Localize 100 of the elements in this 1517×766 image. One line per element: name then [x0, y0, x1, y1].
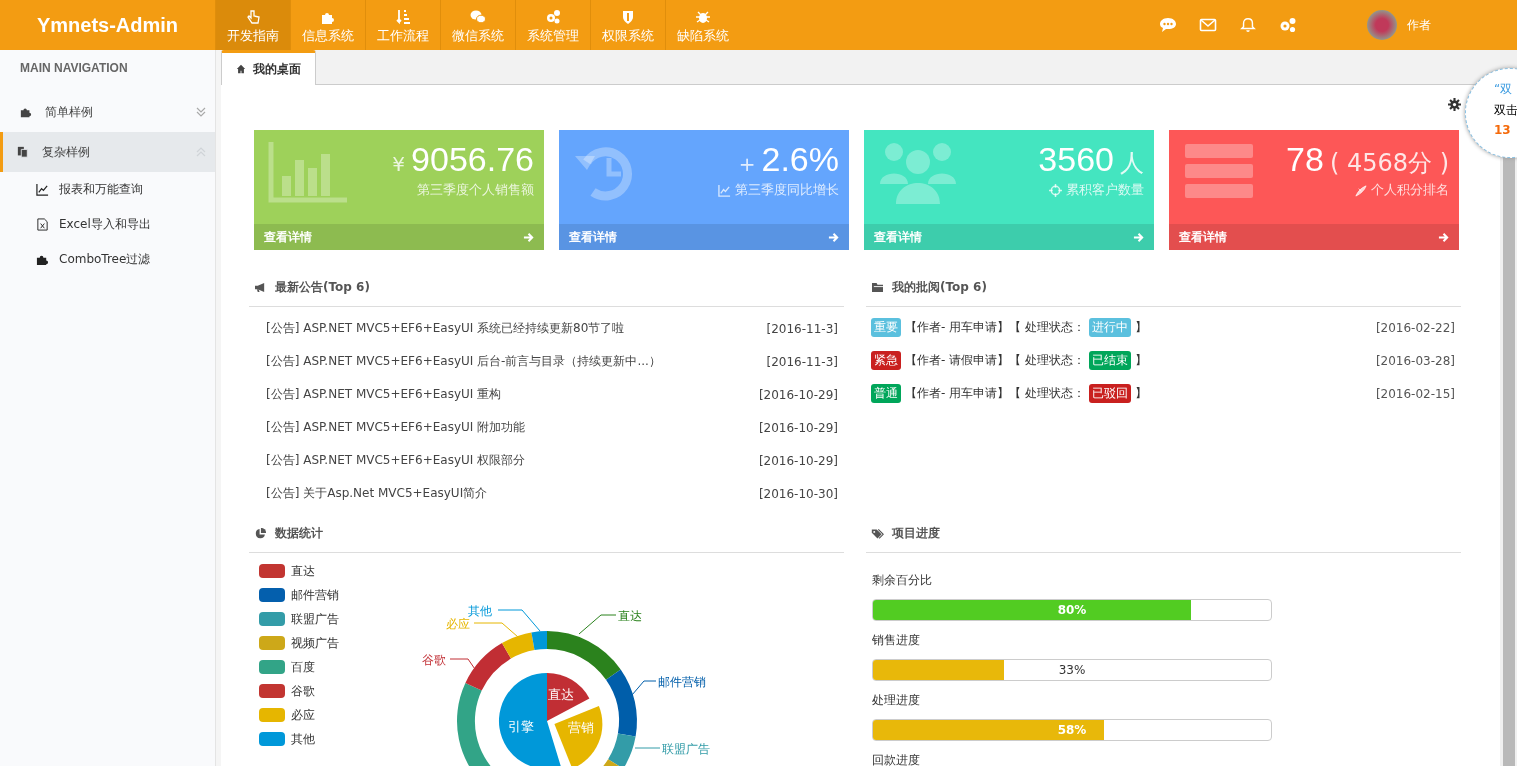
priority-tag: 普通	[871, 384, 901, 403]
settings-icon[interactable]	[1448, 98, 1461, 111]
home-icon	[236, 64, 246, 74]
legend-label[interactable]: 其他	[291, 730, 315, 748]
segment-label: 必应	[446, 617, 470, 631]
panel-title: 数据统计	[275, 524, 323, 542]
stat-value: 2.6%	[761, 140, 839, 179]
notice-link[interactable]: [公告] ASP.NET MVC5+EF6+EasyUI 重构	[266, 386, 502, 403]
legend-label[interactable]: 必应	[291, 706, 315, 724]
stat-caption: 第三季度同比增长	[735, 181, 839, 199]
segment-label: 其他	[468, 604, 492, 618]
status-tag: 已驳回	[1088, 384, 1131, 403]
notice-date: [2016-10-30]	[758, 486, 838, 501]
sidebar-subitem[interactable]: ComboTree过滤	[0, 242, 215, 277]
bug-icon	[695, 9, 711, 25]
slice-label: 营销	[568, 720, 594, 735]
stat-caption: 个人积分排名	[1371, 181, 1449, 199]
progress-label: 销售进度	[872, 631, 921, 649]
bar-chart-icon	[268, 140, 348, 204]
leader-line	[634, 747, 661, 749]
chat-icon[interactable]	[1159, 17, 1177, 33]
value-prefix: ¥	[392, 152, 406, 176]
arrow-right-icon	[1133, 231, 1144, 243]
tags-icon	[871, 527, 884, 539]
avatar[interactable]	[1367, 10, 1397, 40]
legend-label[interactable]: 视频广告	[291, 634, 339, 652]
stat-caption: 累积客户数量	[1066, 181, 1144, 199]
legend-label[interactable]: 联盟广告	[291, 610, 339, 628]
legend-label[interactable]: 直达	[291, 562, 315, 580]
review-text[interactable]: 【作者- 请假申请】【 处理状态：	[905, 352, 1085, 369]
progress-label: 剩余百分比	[872, 571, 933, 589]
arrow-right-icon	[523, 231, 534, 243]
bracket-text: 】	[1134, 319, 1147, 336]
leaf-icon	[1354, 183, 1367, 197]
puzzle-icon	[36, 253, 49, 266]
progress-reading: 80%	[1056, 602, 1088, 619]
double-chevron-down-icon	[195, 106, 207, 118]
tab[interactable]: 我的桌面	[221, 50, 316, 85]
notice-date: [2016-11-3]	[766, 321, 838, 336]
sidebar-subitem[interactable]: Excel导入和导出	[0, 207, 215, 242]
review-date: [2016-02-15]	[1375, 386, 1455, 401]
segment-label: 邮件营销	[658, 675, 706, 689]
sidebar-item[interactable]: 简单样例	[0, 92, 215, 132]
gears-icon	[545, 9, 561, 25]
sidebar-heading: MAIN NAVIGATION	[19, 60, 129, 77]
crosshair-icon	[1049, 183, 1062, 197]
segment-label: 直达	[618, 609, 642, 623]
chat-bubbles-icon	[470, 9, 486, 25]
legend-label[interactable]: 百度	[291, 658, 315, 676]
notice-link[interactable]: [公告] ASP.NET MVC5+EF6+EasyUI 系统已经持续更新80节了啦	[266, 320, 625, 337]
review-text[interactable]: 【作者- 用车申请】【 处理状态：	[905, 385, 1085, 402]
legend-label[interactable]: 谷歌	[291, 682, 315, 700]
line-chart-icon	[36, 183, 49, 196]
stat-caption: 第三季度个人销售额	[417, 181, 534, 199]
notice-date: [2016-10-29]	[758, 387, 838, 402]
mail-icon[interactable]	[1199, 17, 1217, 33]
slice-label: 引擎	[508, 719, 534, 734]
gears-icon[interactable]	[1279, 17, 1297, 33]
arrow-right-icon	[1438, 231, 1449, 243]
progress-reading: 58%	[1056, 722, 1088, 739]
excel-file-icon	[36, 218, 49, 231]
bubble-title: “双	[1494, 81, 1514, 98]
notice-link[interactable]: [公告] ASP.NET MVC5+EF6+EasyUI 后台-前言与目录（持续更新中...）	[266, 353, 661, 370]
review-text[interactable]: 【作者- 用车申请】【 处理状态：	[905, 319, 1085, 336]
review-date: [2016-03-28]	[1375, 353, 1455, 368]
card-footer[interactable]: 查看详情	[1169, 224, 1459, 250]
sidebar-item[interactable]: 复杂样例	[0, 132, 215, 172]
line-chart-icon	[718, 183, 731, 197]
panel-title: 我的批阅(Top 6)	[892, 278, 987, 296]
notice-link[interactable]: [公告] ASP.NET MVC5+EF6+EasyUI 附加功能	[266, 419, 526, 436]
priority-tag: 重要	[871, 318, 901, 337]
bell-icon[interactable]	[1239, 17, 1257, 33]
bracket-text: 】	[1134, 352, 1147, 369]
segment-label: 谷歌	[422, 653, 446, 667]
review-date: [2016-02-22]	[1375, 320, 1455, 335]
legend-label[interactable]: 邮件营销	[291, 586, 339, 604]
arrow-right-icon	[828, 231, 839, 243]
value-prefix: +	[738, 152, 756, 176]
sort-icon	[395, 9, 411, 25]
details-link[interactable]: 查看详情	[1179, 228, 1227, 246]
stat-value: 3560	[1038, 140, 1114, 179]
notice-link[interactable]: [公告] ASP.NET MVC5+EF6+EasyUI 权限部分	[266, 452, 526, 469]
progress-label: 回款进度	[872, 751, 921, 766]
status-tag: 进行中	[1088, 318, 1131, 337]
hand-pointer-icon	[245, 9, 261, 25]
folder-icon	[871, 281, 884, 293]
stat-value: 78	[1286, 140, 1324, 179]
shield-icon	[620, 9, 636, 25]
leader-line	[578, 614, 617, 635]
sidebar-subitem[interactable]: 报表和万能查询	[0, 172, 215, 207]
bubble-text: 双击	[1494, 102, 1517, 119]
notice-link[interactable]: [公告] 关于Asp.Net MVC5+EasyUI简介	[266, 485, 488, 502]
notice-date: [2016-10-29]	[758, 420, 838, 435]
stat-value: 9056.76	[411, 140, 534, 179]
copy-icon	[17, 146, 29, 158]
bullhorn-icon	[254, 281, 267, 293]
notice-date: [2016-10-29]	[758, 453, 838, 468]
pie-chart-icon	[254, 527, 267, 539]
notice-date: [2016-11-3]	[766, 354, 838, 369]
slice-label: 直达	[548, 687, 574, 702]
